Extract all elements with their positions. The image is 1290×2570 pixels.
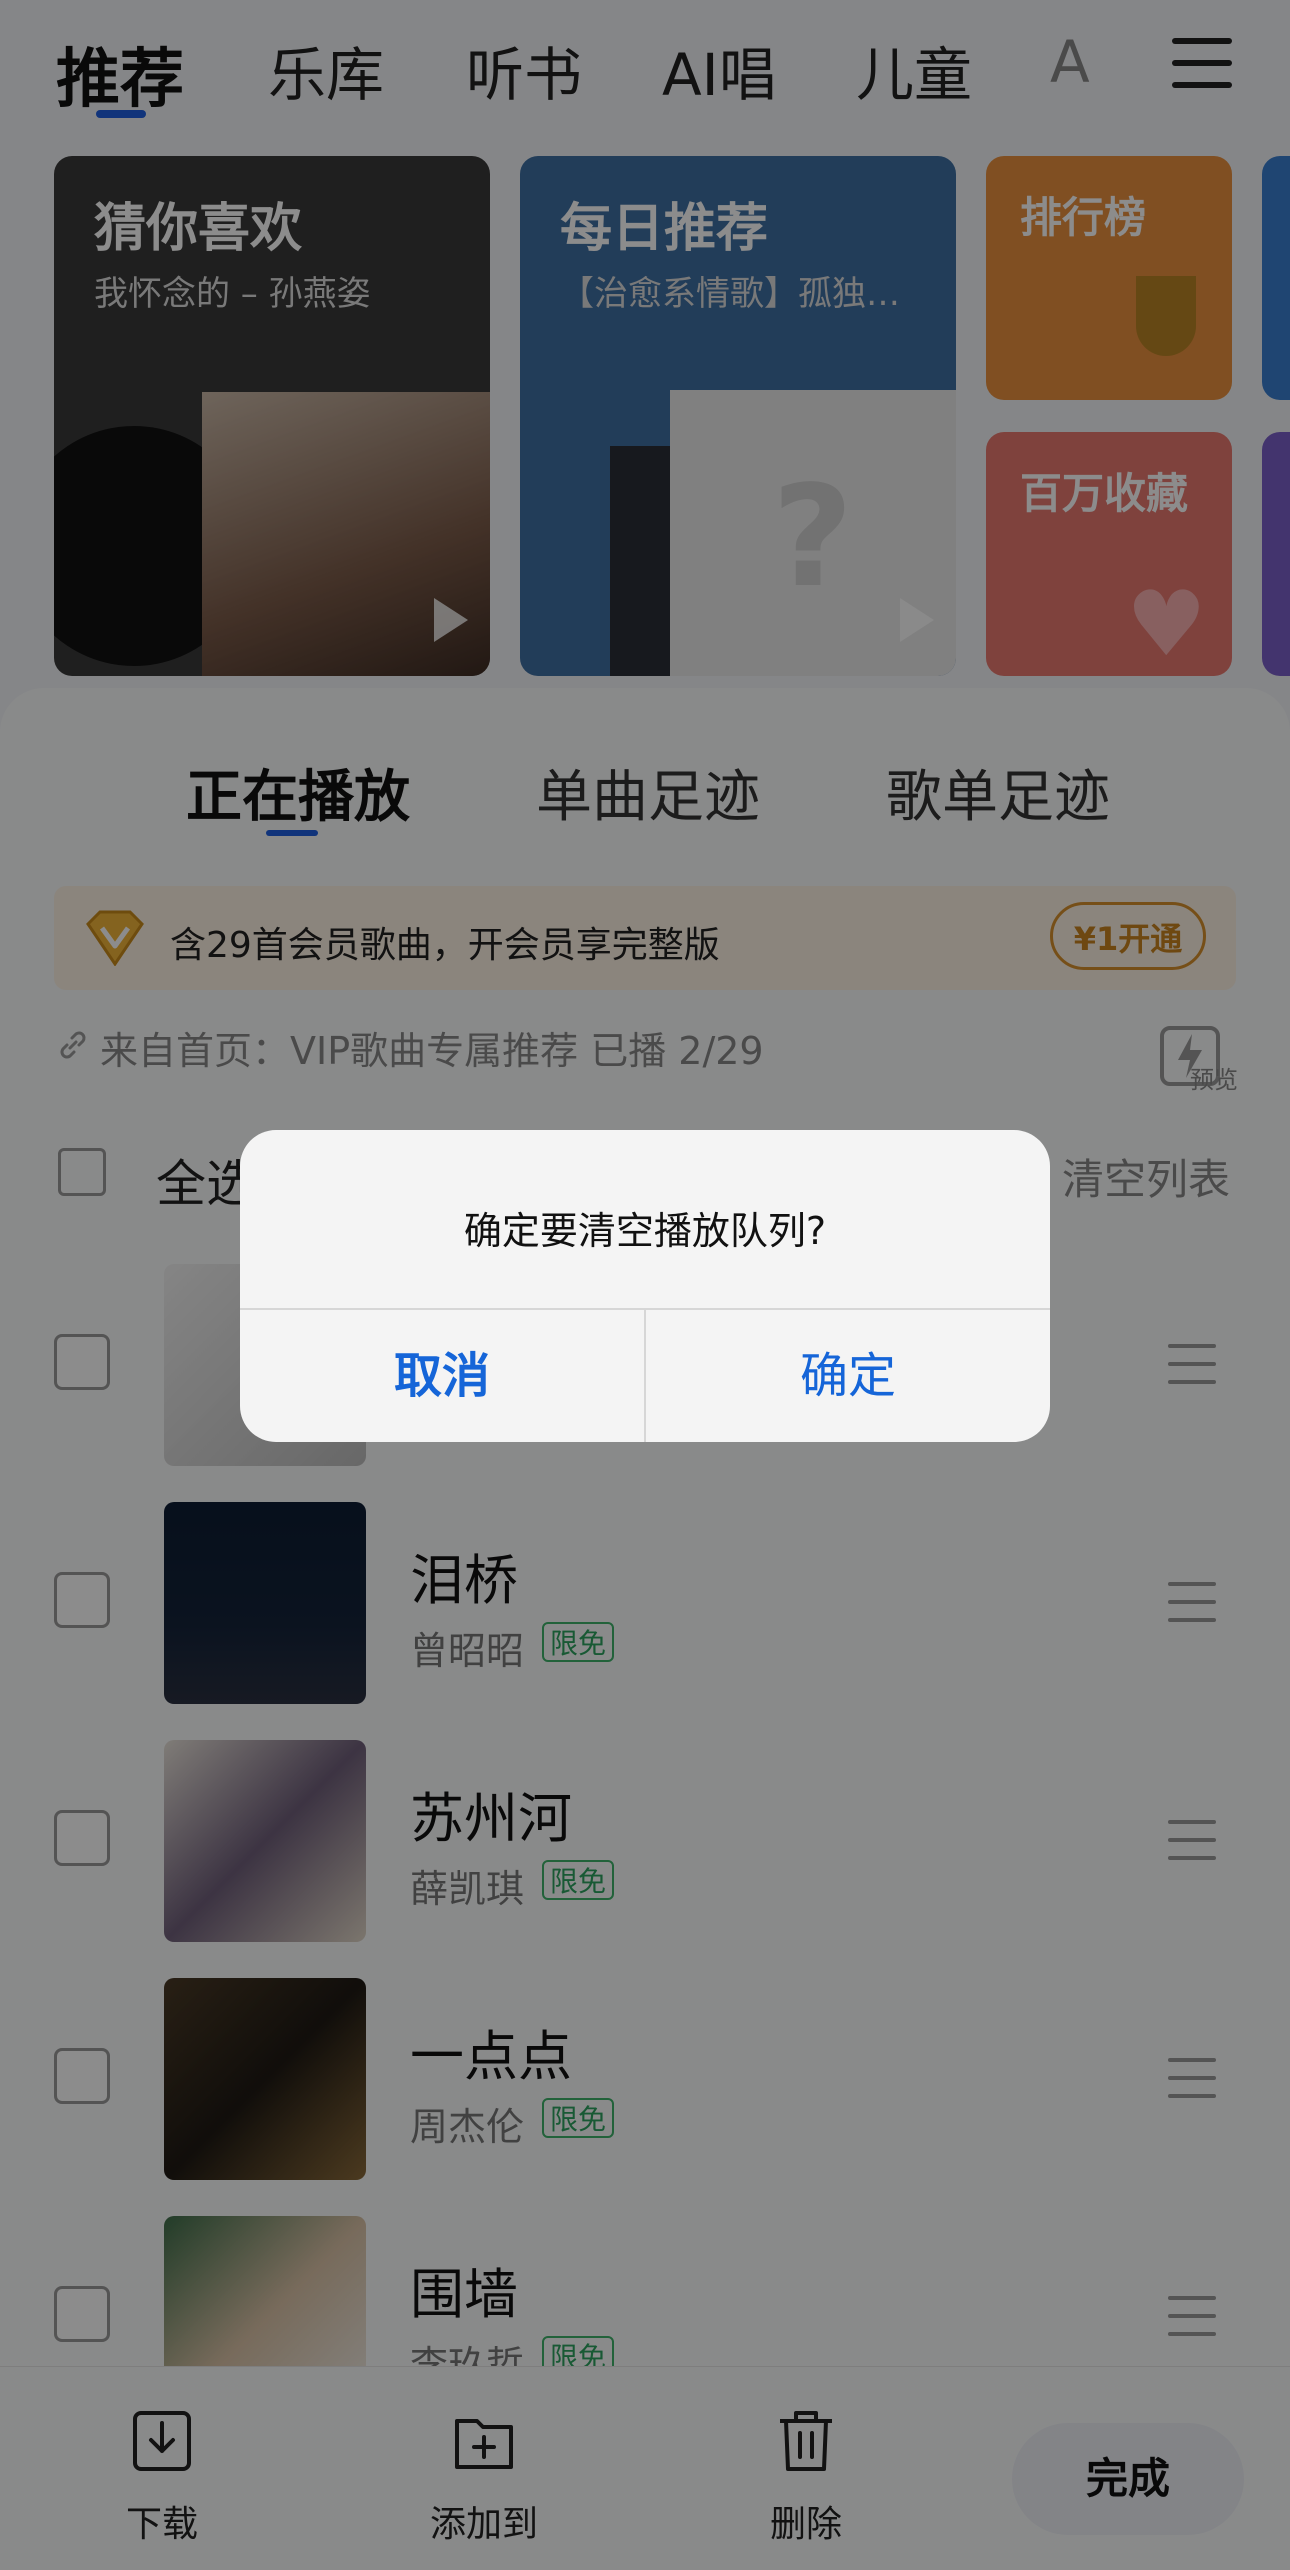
clear-queue-dialog: 确定要清空播放队列? 取消 确定 (240, 1130, 1050, 1442)
dialog-message: 确定要清空播放队列? (463, 1209, 827, 1253)
cancel-button[interactable]: 取消 (240, 1310, 644, 1442)
confirm-button[interactable]: 确定 (646, 1310, 1050, 1442)
